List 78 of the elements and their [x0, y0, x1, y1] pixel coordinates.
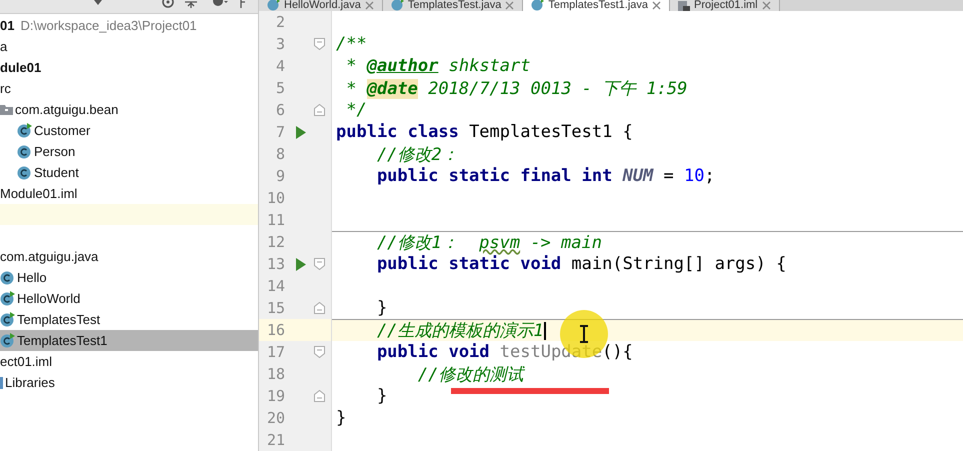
class-icon — [267, 0, 280, 11]
tree-item[interactable]: Person — [0, 141, 258, 162]
code-line: public static void main(String[] args) { — [376, 254, 786, 274]
tree-item[interactable]: Module01.iml — [0, 183, 258, 204]
line-number: 13 — [266, 255, 285, 273]
line-number: 7 — [274, 123, 285, 141]
tree-item[interactable]: Libraries — [0, 372, 258, 393]
editor-tab[interactable]: Project01.iml — [670, 0, 780, 11]
close-icon[interactable] — [505, 0, 514, 10]
line-number: 12 — [266, 233, 285, 251]
line-number: 11 — [266, 211, 285, 229]
library-icon — [0, 376, 3, 388]
line-number: 19 — [266, 387, 285, 405]
tree-item[interactable]: TemplatesTest — [0, 309, 258, 330]
line-number: 6 — [274, 101, 285, 119]
tree-item[interactable]: Customer — [0, 120, 258, 141]
line-number: 17 — [266, 343, 285, 361]
caret-icon[interactable] — [93, 0, 103, 6]
code-line: public class TemplatesTest1 { — [336, 122, 633, 142]
line-number: 15 — [266, 299, 285, 317]
code-line: //生成的模板的演示1 — [376, 320, 546, 342]
text-cursor-icon — [579, 325, 589, 343]
module-icon — [678, 0, 690, 11]
fold-icon[interactable] — [314, 390, 325, 402]
collapse-icon[interactable] — [184, 0, 198, 9]
line-number: 20 — [266, 409, 285, 427]
code-line: //修改的测试 — [416, 364, 524, 386]
code-line: * @date 2018/7/13 0013 - 下午 1:59 — [345, 78, 688, 100]
line-number: 9 — [274, 167, 285, 185]
editor-tab[interactable]: HelloWorld.java — [259, 0, 383, 11]
tree-item[interactable]: com.atguigu.bean — [0, 99, 258, 120]
line-number: 5 — [274, 79, 285, 97]
tree-item[interactable]: com.atguigu.java — [0, 246, 258, 267]
run-icon[interactable] — [296, 126, 306, 138]
code-line: //修改1： psvm -> main — [376, 232, 602, 254]
tree-item[interactable]: Student — [0, 162, 258, 183]
line-number: 18 — [266, 365, 285, 383]
close-icon[interactable] — [762, 0, 771, 10]
fold-icon[interactable] — [314, 258, 325, 270]
target-icon[interactable] — [162, 0, 174, 8]
project-path: D:\workspace_idea3\Project01 — [20, 18, 197, 33]
tree-item[interactable]: a — [0, 36, 258, 57]
code-line: } — [376, 298, 388, 318]
tree-item[interactable]: Hello — [0, 267, 258, 288]
tree-item[interactable]: HelloWorld — [0, 288, 258, 309]
code-line: */ — [345, 100, 367, 120]
tree-item[interactable]: dule01 — [0, 57, 258, 78]
tree-item[interactable]: rc — [0, 78, 258, 99]
fold-icon[interactable] — [314, 104, 325, 116]
code-line: public static final int NUM = 10; — [376, 166, 715, 186]
line-number: 14 — [266, 277, 285, 295]
line-number: 16 — [266, 321, 285, 339]
class-icon — [390, 0, 404, 11]
line-number: 21 — [266, 431, 285, 449]
editor-tab[interactable]: TemplatesTest1.java — [523, 0, 670, 11]
code-line: * @author shkstart — [345, 56, 530, 76]
line-number: 2 — [274, 13, 285, 31]
fold-icon[interactable] — [314, 38, 325, 50]
pin-icon[interactable] — [240, 0, 246, 9]
editor-tab[interactable]: TemplatesTest.java — [382, 0, 524, 11]
close-icon[interactable] — [364, 0, 374, 10]
close-icon[interactable] — [652, 0, 662, 10]
code-line: /** — [336, 34, 367, 54]
tree-item[interactable]: TemplatesTest1 — [0, 330, 258, 351]
line-number: 4 — [274, 57, 285, 75]
fold-icon[interactable] — [314, 302, 325, 314]
fold-icon[interactable] — [314, 346, 325, 358]
class-icon — [531, 0, 544, 11]
code-line: } — [336, 408, 346, 428]
tree-item[interactable]: ect01.iml — [0, 351, 258, 372]
code-line: //修改2： — [376, 144, 459, 166]
tree-item[interactable]: 01 D:\workspace_idea3\Project01 — [0, 15, 258, 36]
line-number: 3 — [274, 35, 285, 53]
code-line: } — [376, 386, 388, 406]
line-number: 8 — [274, 145, 285, 163]
run-icon[interactable] — [296, 258, 306, 270]
line-number: 10 — [266, 189, 285, 207]
settings-icon[interactable] — [212, 0, 228, 8]
